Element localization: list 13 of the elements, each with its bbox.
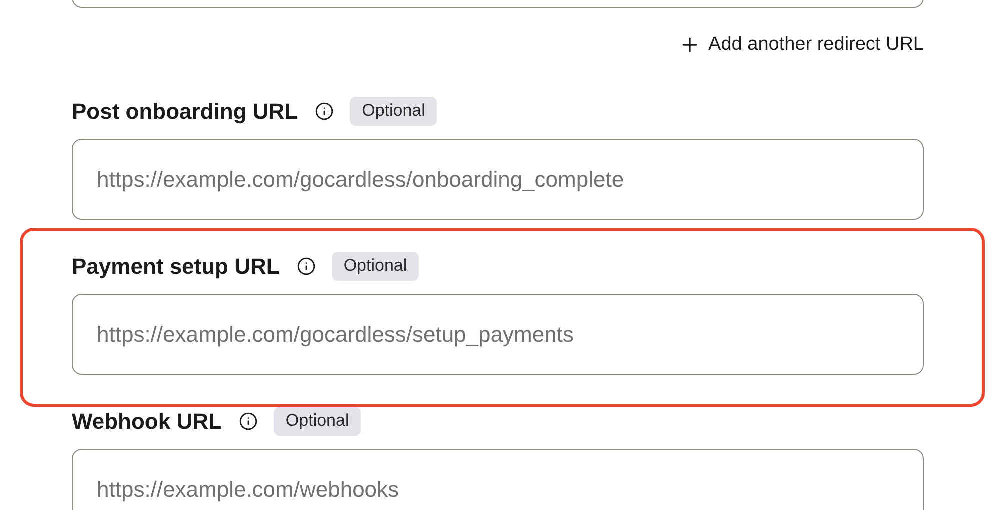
- info-icon[interactable]: [296, 256, 316, 276]
- url-input-field[interactable]: https://example.com/gocardless/setup_payments: [72, 294, 924, 375]
- add-redirect-link[interactable]: Add another redirect URL: [678, 33, 924, 57]
- optional-badge: Optional: [274, 406, 362, 436]
- info-icon[interactable]: [238, 412, 258, 430]
- field-label: Payment setup URL: [72, 252, 280, 281]
- info-icon[interactable]: [315, 102, 334, 120]
- url-input-field[interactable]: https://example.com/webhooks: [72, 449, 924, 510]
- url-input-field[interactable]: https://example.com/gocardless/onboarding_complete: [72, 139, 924, 220]
- field-label: Webhook URL: [72, 408, 222, 436]
- optional-badge: Optional: [350, 96, 438, 126]
- field-label: Post onboarding URL: [72, 98, 298, 126]
- optional-badge: Optional: [332, 252, 420, 280]
